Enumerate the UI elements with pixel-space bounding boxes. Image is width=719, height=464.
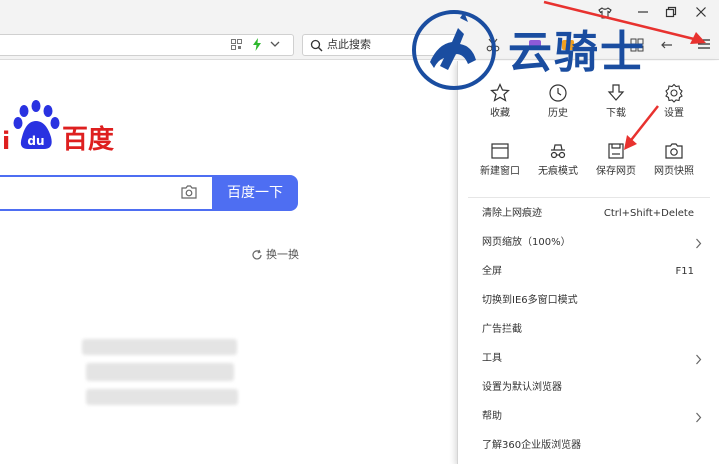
grid-label: 设置: [664, 108, 684, 119]
menu-save-page[interactable]: 保存网页: [587, 139, 645, 187]
extension-icon[interactable]: [528, 38, 542, 52]
camera-icon[interactable]: [180, 184, 198, 200]
menu-item-label: 了解360企业版浏览器: [482, 440, 582, 451]
save-icon: [608, 143, 624, 159]
menu-downloads[interactable]: 下载: [587, 81, 645, 129]
menu-item-label: 设置为默认浏览器: [482, 382, 562, 393]
menu-item-clear-traces[interactable]: 清除上网痕迹 Ctrl+Shift+Delete: [458, 200, 719, 229]
chevron-down-icon[interactable]: [270, 40, 280, 48]
menu-item-zoom[interactable]: 网页缩放（100%）: [458, 229, 719, 258]
clock-icon: [549, 84, 567, 102]
address-bar-row: 点此搜索: [0, 30, 719, 60]
menu-settings[interactable]: 设置: [645, 81, 703, 129]
menu-item-label: 帮助: [482, 411, 502, 422]
minimize-button[interactable]: [634, 6, 652, 24]
chevron-right-icon: [696, 238, 702, 249]
close-button[interactable]: [692, 6, 710, 24]
shirt-icon[interactable]: [596, 6, 614, 24]
restore-button[interactable]: [662, 6, 680, 24]
menu-item-label: 切换到IE6多窗口模式: [482, 295, 578, 306]
menu-item-shortcut: Ctrl+Shift+Delete: [603, 208, 694, 219]
window-icon: [491, 143, 509, 159]
grid-label: 历史: [548, 108, 568, 119]
grid-label: 网页快照: [654, 166, 694, 177]
menu-item-set-default[interactable]: 设置为默认浏览器: [458, 374, 719, 403]
svg-text:¥: ¥: [565, 42, 570, 51]
gear-icon: [665, 83, 683, 103]
coupon-icon[interactable]: ¥: [561, 38, 575, 52]
logo-prefix-text: i: [2, 127, 10, 154]
back-arrow-icon[interactable]: [660, 38, 674, 52]
menu-item-tools[interactable]: 工具: [458, 345, 719, 374]
grid-label: 保存网页: [596, 166, 636, 177]
apps-grid-icon[interactable]: [630, 38, 644, 52]
menu-item-label: 清除上网痕迹: [482, 208, 542, 219]
menu-item-label: 工具: [482, 353, 502, 364]
lightning-icon[interactable]: [252, 38, 262, 51]
menu-snapshot[interactable]: 网页快照: [645, 139, 703, 187]
blurred-hot-item: [82, 339, 237, 355]
chevron-right-icon: [696, 412, 702, 423]
blurred-hot-item: [86, 389, 238, 405]
menu-favorites[interactable]: 收藏: [471, 81, 529, 129]
scissors-icon[interactable]: [486, 38, 500, 52]
camera-icon: [665, 143, 683, 159]
grid-label: 收藏: [490, 108, 510, 119]
grid-label: 新建窗口: [480, 166, 520, 177]
menu-item-label: 网页缩放（100%）: [482, 237, 571, 248]
star-icon: [490, 83, 510, 102]
grid-label: 下载: [606, 108, 626, 119]
menu-item-label: 广告拦截: [482, 324, 522, 335]
blurred-hot-item: [86, 363, 234, 381]
baidu-search-button[interactable]: 百度一下: [212, 175, 298, 211]
search-icon: [310, 39, 323, 52]
grid-label: 无痕模式: [538, 166, 578, 177]
search-box[interactable]: 点此搜索: [302, 34, 457, 56]
menu-new-window[interactable]: 新建窗口: [471, 139, 529, 187]
refresh-icon[interactable]: [251, 249, 263, 261]
menu-history[interactable]: 历史: [529, 81, 587, 129]
search-placeholder: 点此搜索: [327, 38, 371, 51]
menu-item-ad-block[interactable]: 广告拦截: [458, 316, 719, 345]
menu-item-shortcut: F11: [675, 266, 694, 277]
url-field[interactable]: [0, 34, 294, 56]
title-bar: [0, 0, 719, 30]
browser-window: 点此搜索 ¥ du i 百度 百度一下 换一换 收藏 历史 下载 设置 新建窗口…: [0, 0, 719, 464]
refresh-link[interactable]: 换一换: [266, 248, 299, 262]
logo-text: 百度: [62, 125, 115, 155]
menu-divider: [468, 197, 710, 198]
menu-item-help[interactable]: 帮助: [458, 403, 719, 432]
menu-item-ie6-mode[interactable]: 切换到IE6多窗口模式: [458, 287, 719, 316]
menu-icon[interactable]: [697, 38, 711, 50]
menu-item-label: 全屏: [482, 266, 502, 277]
menu-item-enterprise[interactable]: 了解360企业版浏览器: [458, 432, 719, 461]
logo-du-text: du: [27, 134, 44, 148]
menu-item-fullscreen[interactable]: 全屏 F11: [458, 258, 719, 287]
incognito-icon: [550, 144, 566, 159]
browser-menu-panel: 收藏 历史 下载 设置 新建窗口 无痕模式 保存网页 网页快照 清除上网痕迹 C…: [457, 61, 719, 464]
chevron-right-icon: [696, 354, 702, 365]
qr-code-icon[interactable]: [231, 39, 242, 50]
menu-incognito[interactable]: 无痕模式: [529, 139, 587, 187]
download-icon: [607, 84, 625, 101]
